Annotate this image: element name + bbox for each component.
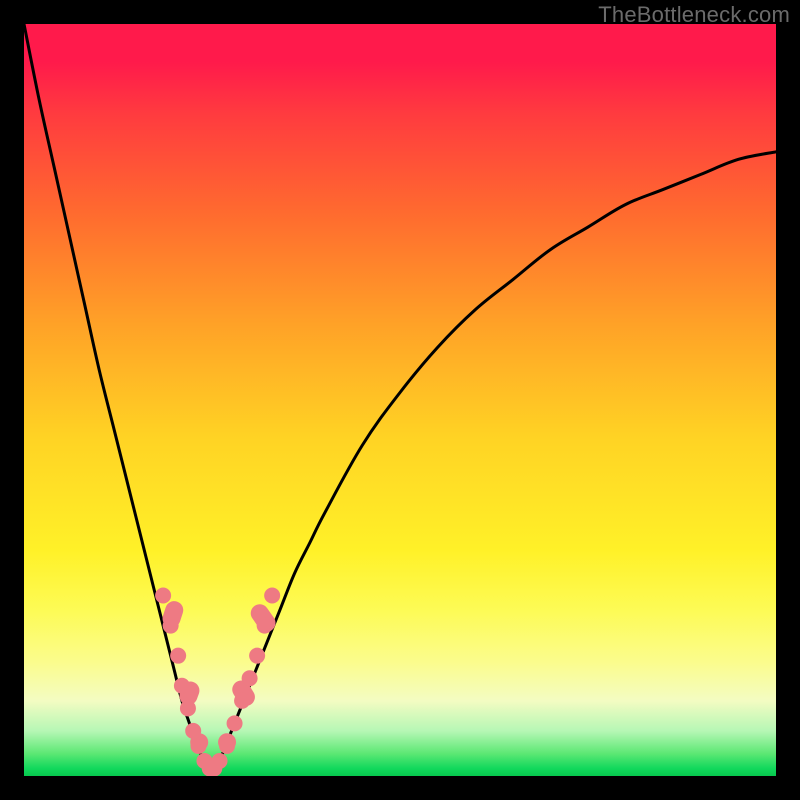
chart-frame: TheBottleneck.com — [0, 0, 800, 800]
marker-dot-17 — [264, 588, 280, 604]
marker-dot-0 — [155, 588, 171, 604]
marker-dot-11 — [219, 738, 235, 754]
marker-dot-5 — [185, 723, 201, 739]
marker-dot-15 — [249, 648, 265, 664]
marker-dot-4 — [180, 700, 196, 716]
marker-dot-12 — [227, 715, 243, 731]
marker-dot-1 — [163, 618, 179, 634]
marker-dot-10 — [212, 753, 228, 769]
marker-dot-14 — [242, 670, 258, 686]
marker-dot-6 — [190, 738, 206, 754]
marker-dot-3 — [174, 678, 190, 694]
chart-svg — [24, 24, 776, 776]
plot-area — [24, 24, 776, 776]
marker-dot-2 — [170, 648, 186, 664]
curve-layer — [24, 24, 776, 776]
curve-left-branch — [24, 24, 212, 776]
watermark-text: TheBottleneck.com — [598, 2, 790, 28]
marker-dot-16 — [257, 618, 273, 634]
curve-right-branch — [212, 152, 776, 776]
marker-dot-13 — [234, 693, 250, 709]
